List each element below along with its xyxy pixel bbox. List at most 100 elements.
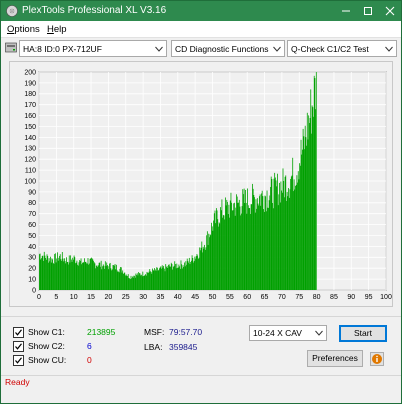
c1-error-bar xyxy=(73,259,74,290)
c1-c2-chart: 0102030405060708090100110120130140150160… xyxy=(24,69,392,301)
c1-error-bar xyxy=(129,278,131,290)
c1-error-bar xyxy=(261,193,262,290)
c1-error-bar xyxy=(157,270,159,290)
menu-options[interactable]: Options xyxy=(7,24,40,35)
info-button[interactable] xyxy=(370,352,384,366)
c1-error-bar xyxy=(143,276,144,290)
c1-error-bar xyxy=(250,204,252,290)
menu-help[interactable]: Help xyxy=(47,24,67,35)
x-tick-label: 55 xyxy=(226,294,234,301)
c1-error-bar xyxy=(204,249,206,290)
c1-error-bar xyxy=(39,254,40,290)
test-select[interactable]: Q-Check C1/C2 Test xyxy=(287,40,397,57)
c1-error-bar xyxy=(264,195,266,290)
show-cu-checkbox[interactable] xyxy=(13,355,24,366)
c1-error-bar xyxy=(119,268,121,290)
c1-error-bar xyxy=(311,105,313,290)
c1-error-bar xyxy=(172,269,174,290)
c1-error-bar xyxy=(63,261,65,290)
c1-error-bar xyxy=(126,275,128,290)
c1-error-bar xyxy=(288,197,290,290)
c1-error-bar xyxy=(66,262,68,290)
c1-error-bar xyxy=(185,261,187,290)
c1-error-bar xyxy=(256,198,258,290)
c1-error-bar xyxy=(270,186,271,290)
x-tick-label: 65 xyxy=(261,294,269,301)
show-c1-label: Show C1: xyxy=(28,327,65,337)
menu-bar: Options Help xyxy=(1,21,401,38)
y-tick-label: 200 xyxy=(24,69,36,76)
c1-error-bar xyxy=(211,226,213,290)
c1-error-bar xyxy=(169,266,171,290)
c1-error-bar xyxy=(110,268,112,290)
c1-error-bar xyxy=(131,276,133,290)
c1-error-bar xyxy=(266,190,268,290)
c1-error-bar xyxy=(150,271,152,290)
c1-error-bar xyxy=(70,255,72,290)
c1-error-bar xyxy=(279,202,281,290)
preferences-button[interactable]: Preferences xyxy=(307,350,363,367)
c1-error-bar xyxy=(308,122,310,290)
c1-error-bar xyxy=(92,259,94,290)
c1-error-bar xyxy=(203,248,205,290)
c1-error-bar xyxy=(173,265,175,290)
show-c2-checkbox[interactable] xyxy=(13,341,24,352)
c1-error-bar xyxy=(154,269,156,290)
c1-error-bar xyxy=(75,263,76,290)
c1-error-bar xyxy=(48,258,50,290)
y-tick-label: 190 xyxy=(24,80,36,87)
c1-error-bar xyxy=(305,137,307,290)
c1-error-bar xyxy=(188,257,190,290)
c1-error-bar xyxy=(224,219,226,290)
c1-error-bar xyxy=(229,200,231,290)
c1-error-bar xyxy=(231,202,233,290)
c1-error-bar xyxy=(177,267,178,290)
c1-error-bar xyxy=(171,264,173,290)
start-button[interactable]: Start xyxy=(339,325,387,342)
drive-select[interactable]: HA:8 ID:0 PX-712UF xyxy=(19,40,167,57)
function-select[interactable]: CD Diagnostic Functions xyxy=(171,40,285,57)
c1-error-bar xyxy=(128,278,130,290)
title-bar[interactable]: PlexTools Professional XL V3.16 xyxy=(1,1,401,21)
checkmark-icon xyxy=(15,343,22,350)
c1-error-bar xyxy=(47,255,49,290)
c1-error-bar xyxy=(304,125,306,290)
x-tick-label: 25 xyxy=(122,294,130,301)
c1-error-bar xyxy=(227,214,229,290)
maximize-button[interactable] xyxy=(357,1,379,21)
c1-error-bar xyxy=(281,190,283,290)
c1-error-bar xyxy=(282,168,284,290)
c1-error-bar xyxy=(195,256,197,290)
show-c1-checkbox[interactable] xyxy=(13,327,24,338)
x-tick-label: 70 xyxy=(278,294,286,301)
window-title: PlexTools Professional XL V3.16 xyxy=(22,5,167,16)
close-button[interactable] xyxy=(379,1,401,21)
c1-error-bar xyxy=(123,273,125,290)
c1-error-bar xyxy=(228,204,230,290)
c1-error-bar xyxy=(240,213,242,290)
speed-select[interactable]: 10-24 X CAV xyxy=(249,325,327,341)
x-tick-label: 20 xyxy=(105,294,113,301)
c1-error-bar xyxy=(118,272,120,290)
c1-error-bar xyxy=(224,197,226,290)
c1-error-bar xyxy=(170,266,171,290)
c1-error-bar xyxy=(309,118,311,290)
x-tick-label: 85 xyxy=(330,294,338,301)
c1-error-bar xyxy=(307,139,309,290)
c1-error-bar xyxy=(118,271,119,290)
x-tick-label: 60 xyxy=(243,294,251,301)
c1-c2-chart-panel: 0 10 20 30 40 50 60 70 80 90 100 110 120 130 140 150 160… xyxy=(9,61,393,307)
c1-error-bar xyxy=(125,274,127,290)
minimize-button[interactable] xyxy=(335,1,357,21)
c1-error-bar xyxy=(138,273,140,290)
c1-error-bar xyxy=(230,192,232,290)
c1-error-bar xyxy=(212,230,214,290)
c1-error-bar xyxy=(131,278,133,290)
c1-error-bar xyxy=(97,266,99,290)
c1-error-bar xyxy=(141,274,142,290)
c1-error-bar xyxy=(87,258,89,290)
menu-help-label: elp xyxy=(53,24,67,35)
c1-error-bar xyxy=(285,175,287,290)
c1-error-bar xyxy=(244,203,246,290)
c1-error-bar xyxy=(107,265,108,290)
